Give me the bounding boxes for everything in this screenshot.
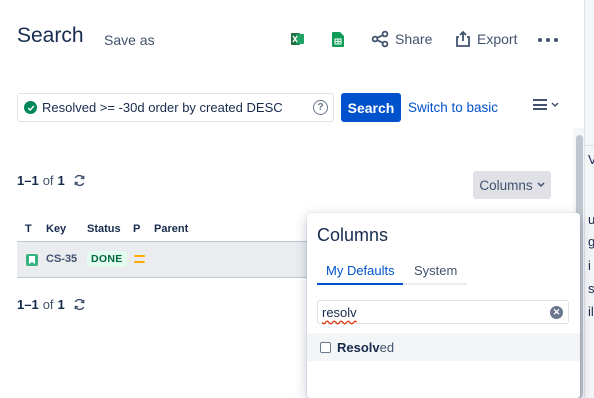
excel-icon[interactable] (290, 31, 306, 47)
columns-filter-input[interactable]: resolv ✕ (317, 300, 569, 324)
columns-button[interactable]: Columns (473, 171, 551, 199)
column-header-parent[interactable]: Parent (154, 223, 188, 235)
columns-panel: Columns My Defaults System resolv ✕ Reso… (307, 213, 580, 398)
google-sheets-icon[interactable] (330, 31, 346, 47)
columns-filter-value: resolv (322, 304, 357, 320)
export-icon (456, 30, 470, 47)
share-icon (371, 30, 389, 48)
status-badge: DONE (87, 251, 127, 267)
jql-query-input[interactable]: Resolved >= -30d order by created DESC ? (17, 93, 334, 122)
edge-text-fragment: V (588, 152, 594, 167)
active-tab-indicator (317, 283, 403, 285)
edge-text-fragment: il (588, 304, 594, 319)
results-range: 1–1 (17, 297, 39, 312)
save-as-button[interactable]: Save as (104, 32, 155, 48)
column-header-key[interactable]: Key (46, 223, 66, 235)
story-icon (26, 254, 38, 266)
option-match-text: Resolv (337, 339, 380, 355)
chevron-down-icon (537, 182, 545, 188)
tab-my-defaults[interactable]: My Defaults (326, 263, 395, 278)
table-row[interactable]: CS-35 DONE (17, 241, 317, 278)
export-button[interactable]: Export (455, 30, 517, 48)
list-view-icon (533, 99, 547, 110)
more-actions-icon[interactable] (538, 32, 558, 48)
results-total: 1 (57, 173, 65, 188)
switch-to-basic-link[interactable]: Switch to basic (408, 100, 498, 115)
results-count-bottom: 1–1 of 1 (17, 297, 86, 312)
results-count: 1–1 of 1 (17, 173, 86, 188)
results-of: of (42, 297, 54, 312)
column-option-resolved[interactable]: Resolv ed (307, 333, 580, 361)
page-title: Search (17, 24, 84, 47)
edge-text-fragment: u (588, 212, 594, 227)
refresh-icon[interactable] (73, 174, 86, 187)
search-button[interactable]: Search (341, 93, 401, 122)
columns-button-label: Columns (479, 177, 533, 193)
column-header-type[interactable]: T (25, 223, 32, 235)
tab-system[interactable]: System (414, 263, 457, 278)
results-total: 1 (57, 297, 65, 312)
edge-text-fragment: g (588, 234, 594, 249)
valid-query-check-icon (24, 101, 37, 114)
chevron-down-icon (551, 101, 559, 107)
results-range: 1–1 (17, 173, 39, 188)
help-icon[interactable]: ? (313, 100, 328, 115)
edge-text-fragment: s (588, 281, 594, 296)
view-options-button[interactable] (533, 99, 559, 110)
clear-icon[interactable]: ✕ (550, 306, 563, 319)
refresh-icon[interactable] (73, 298, 86, 311)
edge-divider (585, 145, 594, 146)
columns-tabs: My Defaults System (317, 261, 467, 285)
results-of: of (42, 173, 54, 188)
column-checkbox[interactable] (320, 341, 331, 353)
option-rest-text: ed (379, 339, 395, 355)
jql-query-text: Resolved >= -30d order by created DESC (42, 100, 283, 115)
column-header-status[interactable]: Status (87, 223, 121, 235)
medium-priority-icon (134, 255, 145, 263)
issue-key-link[interactable]: CS-35 (46, 253, 77, 265)
export-label: Export (477, 31, 518, 47)
adjacent-panel-edge: V u g i s il (584, 0, 594, 398)
column-header-priority[interactable]: P (133, 223, 140, 235)
columns-panel-title: Columns (317, 225, 389, 245)
edge-text-fragment: i (588, 258, 591, 273)
share-label: Share (395, 31, 433, 47)
share-button[interactable]: Share (371, 30, 432, 48)
